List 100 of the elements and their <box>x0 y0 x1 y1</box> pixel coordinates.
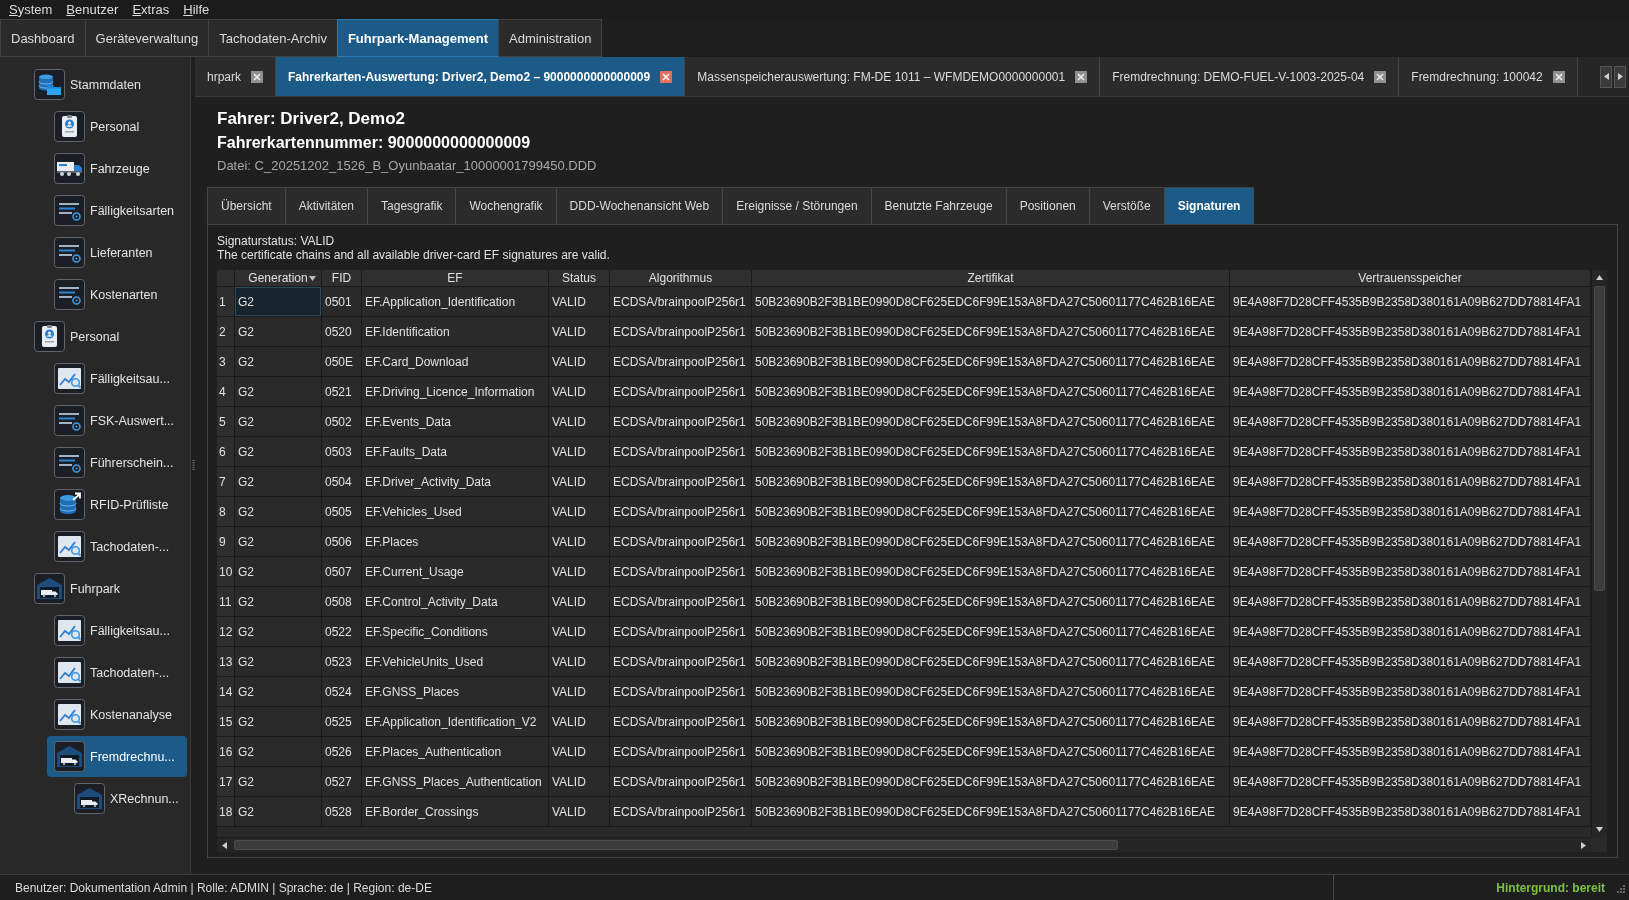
triangle-left-icon <box>1603 73 1609 80</box>
row-number: 14 <box>217 677 235 707</box>
main-tab[interactable]: Tachodaten-Archiv <box>208 19 338 57</box>
chart-magnifier-icon <box>54 531 85 562</box>
row-number: 9 <box>217 527 235 557</box>
view-tab[interactable]: Verstöße <box>1088 187 1165 224</box>
table-cell: VALID <box>549 797 610 827</box>
row-number: 17 <box>217 767 235 797</box>
id-badge-icon <box>54 111 85 142</box>
row-number: 12 <box>217 617 235 647</box>
truck-icon <box>54 153 85 184</box>
vertical-scrollbar[interactable] <box>1591 270 1607 837</box>
chart-magnifier-icon <box>54 615 85 646</box>
background-status: Hintergrund: bereit <box>1496 880 1605 895</box>
menu-item[interactable]: Extras <box>132 1 170 18</box>
nav-item[interactable]: Personal <box>47 106 187 147</box>
triangle-left-icon <box>222 841 227 849</box>
row-number: 3 <box>217 347 235 377</box>
nav-item[interactable]: Fuhrpark <box>27 568 187 609</box>
nav-item[interactable]: Stammdaten <box>27 64 187 105</box>
view-tab[interactable]: Positionen <box>1005 187 1090 224</box>
table-cell: 9E4A98F7D28CFF4535B9B2358D380161A09B627DD78814FA1 <box>1230 797 1591 827</box>
garage-truck-icon <box>74 783 105 814</box>
view-tab[interactable]: Wochengrafik <box>455 187 557 224</box>
garage-truck-icon <box>34 573 65 604</box>
nav-item[interactable]: Fremdrechnu... <box>47 736 187 777</box>
nav-item[interactable]: Kostenarten <box>47 274 187 315</box>
nav-item[interactable]: Fälligkeitsau... <box>47 358 187 399</box>
signature-status: Signaturstatus: VALID <box>217 234 336 248</box>
row-number: 5 <box>217 407 235 437</box>
nav-item[interactable]: RFID-Prüfliste <box>47 484 187 525</box>
view-tab[interactable]: Ereignisse / Störungen <box>722 187 872 224</box>
list-gear-icon <box>54 195 85 226</box>
driver-title: Fahrer: Driver2, Demo2 <box>217 108 407 130</box>
garage-truck-icon <box>54 741 85 772</box>
scroll-tabs-right-button[interactable] <box>1614 65 1626 88</box>
nav-item[interactable]: FSK-Auswert... <box>47 400 187 441</box>
nav-item[interactable]: Tachodaten-... <box>47 652 187 693</box>
menu-item[interactable]: Benutzer <box>66 1 119 18</box>
horizontal-scrollbar[interactable] <box>217 837 1591 852</box>
row-number: 13 <box>217 647 235 677</box>
chart-magnifier-icon <box>54 699 85 730</box>
nav-item[interactable]: Kostenanalyse <box>47 694 187 735</box>
main-tab[interactable]: Dashboard <box>0 19 86 57</box>
row-number: 15 <box>217 707 235 737</box>
document-tab[interactable]: Fremdrechnung: 100042 <box>1399 57 1578 96</box>
nav-item[interactable]: Lieferanten <box>47 232 187 273</box>
list-gear-icon <box>54 279 85 310</box>
nav-item[interactable]: Personal <box>27 316 187 357</box>
close-icon[interactable] <box>1552 70 1565 83</box>
table-cell: G2 <box>235 287 322 317</box>
list-gear-icon <box>54 405 85 436</box>
menu-item[interactable]: Hilfe <box>183 1 210 18</box>
table-cell: 0528 <box>322 797 362 827</box>
view-tab[interactable]: Übersicht <box>207 187 286 224</box>
session-info: Benutzer: Dokumentation Admin | Rolle: ADMIN | Sprache: de | Region: de-DE <box>14 880 433 895</box>
row-number: 11 <box>217 587 235 617</box>
main-tab[interactable]: Geräteverwaltung <box>84 19 210 57</box>
scroll-tabs-left-button[interactable] <box>1600 65 1612 88</box>
nav-item[interactable]: Fälligkeitsarten <box>47 190 187 231</box>
nav-item[interactable]: Führerschein... <box>47 442 187 483</box>
row-number: 2 <box>217 317 235 347</box>
view-tab[interactable]: Benutzte Fahrzeuge <box>870 187 1007 224</box>
document-tab[interactable]: hrpark <box>195 57 276 96</box>
row-number: 1 <box>217 287 235 317</box>
table-cell: 50B23690B2F3B1BE0990D8CF625EDC6F99E153A8FDA27C50601177C462B16EAE <box>752 797 1230 827</box>
view-tab[interactable]: DDD-Wochenansicht Web <box>555 187 724 224</box>
table-cell: EF.Border_Crossings <box>362 797 549 827</box>
triangle-down-icon <box>1596 827 1603 832</box>
close-icon[interactable] <box>660 70 673 83</box>
close-icon[interactable] <box>1374 70 1387 83</box>
triangle-up-icon <box>1596 275 1603 280</box>
view-tab[interactable]: Signaturen <box>1163 187 1255 224</box>
nav-item[interactable]: Fälligkeitsau... <box>47 610 187 651</box>
row-number: 18 <box>217 797 235 827</box>
document-tab[interactable]: Fahrerkarten-Auswertung: Driver2, Demo2 – 9000000000000009 <box>276 57 686 96</box>
main-tab[interactable]: Fuhrpark-Management <box>336 19 500 57</box>
splitter-grip-icon[interactable] <box>191 460 195 471</box>
view-tab[interactable]: Aktivitäten <box>284 187 369 224</box>
file-name: Datei: C_20251202_1526_B_Oyunbaatar_10000001799450.DDD <box>217 157 598 175</box>
document-tab[interactable]: Massenspeicherauswertung: FM-DE 1011 – WFMDEMO0000000001 <box>685 57 1101 96</box>
menu-item[interactable]: System <box>9 1 53 18</box>
resize-grip-icon[interactable] <box>1615 882 1625 893</box>
close-icon[interactable] <box>1075 70 1088 83</box>
document-tab[interactable]: Fremdrechnung: DEMO-FUEL-V-1003-2025-04 <box>1100 57 1400 96</box>
row-number: 6 <box>217 437 235 467</box>
table-cell: ECDSA/brainpoolP256r1 <box>610 797 752 827</box>
close-icon[interactable] <box>251 70 263 83</box>
database-folder-icon <box>34 69 65 100</box>
list-gear-icon <box>54 237 85 268</box>
triangle-right-icon <box>1617 73 1623 80</box>
nav-item[interactable]: Fahrzeuge <box>47 148 187 189</box>
scrollbar-thumb[interactable] <box>1594 286 1605 591</box>
nav-item[interactable]: XRechnun... <box>67 778 187 819</box>
signature-message: The certificate chains and all available driver-card EF signatures are valid. <box>217 248 611 262</box>
list-gear-icon <box>54 447 85 478</box>
view-tab[interactable]: Tagesgrafik <box>367 187 457 224</box>
scrollbar-thumb[interactable] <box>234 840 1119 850</box>
main-tab[interactable]: Administration <box>498 19 603 57</box>
nav-item[interactable]: Tachodaten-... <box>47 526 187 567</box>
